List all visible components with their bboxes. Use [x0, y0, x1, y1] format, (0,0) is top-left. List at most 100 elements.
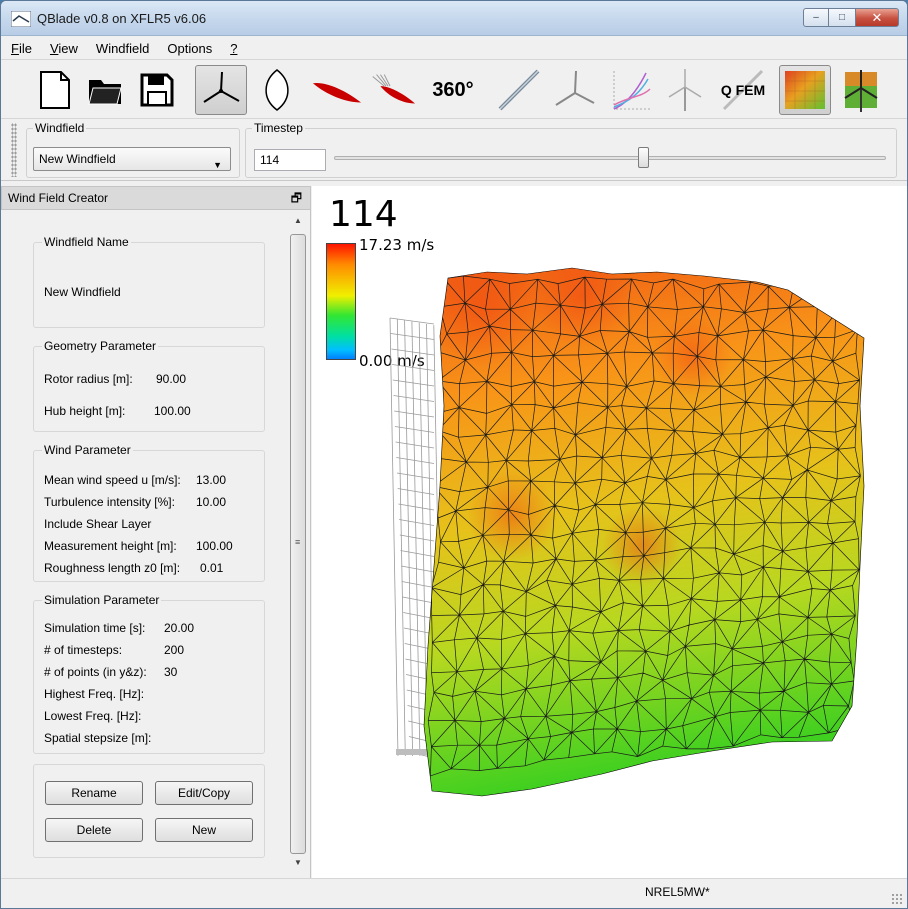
turbine-sim-button[interactable] [835, 65, 887, 115]
qfem-button[interactable]: Q FEM [717, 65, 769, 115]
turbine-button[interactable] [659, 65, 711, 115]
timestep-slider-track[interactable] [334, 156, 886, 160]
wind-parameter-group: Wind Parameter Mean wind speed u [m/s]: … [33, 443, 265, 582]
rename-button[interactable]: Rename [45, 781, 143, 805]
turbulence-value: 10.00 [196, 495, 227, 509]
roughness-label: Roughness length z0 [m]: [44, 561, 181, 575]
polar-360-button[interactable]: 360° [427, 65, 479, 115]
blade-button[interactable] [311, 65, 363, 115]
windfield-name-group: Windfield Name New Windfield [33, 235, 265, 328]
simulation-parameter-group: Simulation Parameter Simulation time [s]… [33, 593, 265, 754]
menu-view[interactable]: View [50, 41, 78, 56]
timestep-group: Timestep [245, 121, 897, 178]
include-shear-label: Include Shear Layer [44, 517, 152, 531]
rotor-radius-label: Rotor radius [m]: [44, 372, 133, 386]
windfield-name-value: New Windfield [44, 285, 121, 299]
highest-freq-label: Highest Freq. [Hz]: [44, 687, 145, 701]
close-button[interactable]: ✕ [855, 8, 899, 27]
timestep-label: Timestep [252, 121, 305, 135]
turbine-sim-icon [844, 70, 878, 112]
panel-scrollbar[interactable]: ▲ ≡ ▼ [289, 210, 307, 874]
rotor-button[interactable] [549, 65, 601, 115]
windfield-3d-viewport[interactable]: 114 17.23 m/s 0.00 m/s [312, 186, 907, 878]
blade-design-icon [372, 74, 416, 104]
windfield-surface [389, 267, 865, 797]
group-title: Windfield Name [42, 235, 131, 249]
points-value: 30 [164, 665, 178, 679]
scrollbar-grip-icon: ≡ [295, 537, 301, 547]
scroll-down-icon[interactable]: ▼ [289, 854, 307, 872]
timestep-slider-handle[interactable] [638, 147, 650, 168]
close-icon: ✕ [871, 9, 883, 25]
main-toolbar: 360° Q FEM [1, 59, 907, 119]
simulation-time-value: 20.00 [164, 621, 195, 635]
group-title: Simulation Parameter [42, 593, 162, 607]
windfield-module-icon [785, 71, 825, 109]
float-dock-icon[interactable]: 🗗 [291, 187, 302, 209]
scrollbar-thumb[interactable]: ≡ [290, 234, 306, 854]
mean-wind-speed-label: Mean wind speed u [m/s]: [44, 473, 181, 487]
new-file-button[interactable] [29, 65, 81, 115]
timestep-input[interactable]: 114 [254, 149, 326, 171]
actions-group: Rename Edit/Copy Delete New [33, 764, 265, 858]
title-bar[interactable]: QBlade v0.8 on XFLR5 v6.06 – □ ✕ [1, 1, 907, 36]
windfield-select[interactable]: New Windfield ▼ [33, 147, 231, 171]
menu-options[interactable]: Options [167, 41, 212, 56]
minimize-button[interactable]: – [803, 8, 829, 27]
points-label: # of points (in y&z): [44, 665, 147, 679]
windfield-icon [203, 71, 240, 103]
resize-grip-icon[interactable] [891, 893, 903, 905]
new-file-icon [40, 71, 70, 109]
toolbar-grip[interactable] [11, 123, 17, 177]
simulation-time-label: Simulation time [s]: [44, 621, 146, 635]
delete-button[interactable]: Delete [45, 818, 143, 842]
qfem-icon: Q FEM [720, 82, 766, 98]
window-title: QBlade v0.8 on XFLR5 v6.06 [37, 11, 207, 26]
lowest-freq-label: Lowest Freq. [Hz]: [44, 709, 142, 723]
timesteps-value: 200 [164, 643, 185, 657]
dock-title-bar: Wind Field Creator 🗗 [1, 186, 311, 210]
windfield-module-button[interactable] [779, 65, 831, 115]
turbulence-label: Turbulence intensity [%]: [44, 495, 175, 509]
turbine-icon [668, 69, 702, 111]
save-button[interactable] [131, 65, 183, 115]
scroll-up-icon[interactable]: ▲ [289, 212, 307, 230]
blade-icon [312, 82, 362, 103]
menu-help[interactable]: ? [230, 41, 237, 56]
roughness-value: 0.01 [200, 561, 224, 575]
open-button[interactable] [79, 65, 131, 115]
maximize-icon: □ [838, 12, 846, 23]
blade-design-button[interactable] [365, 65, 417, 115]
maximize-button[interactable]: □ [829, 8, 855, 27]
menu-windfield[interactable]: Windfield [96, 41, 149, 56]
measurement-height-value: 100.00 [196, 539, 233, 553]
spatial-stepsize-label: Spatial stepsize [m]: [44, 731, 152, 745]
window-controls: – □ ✕ [803, 8, 899, 27]
mean-wind-speed-value: 13.00 [196, 473, 227, 487]
bem-icon [498, 69, 540, 111]
project-name: NREL5MW* [645, 885, 710, 899]
group-title: Geometry Parameter [42, 339, 159, 353]
geometry-group: Geometry Parameter Rotor radius [m]: 90.… [33, 339, 265, 432]
windfield-select-value: New Windfield [39, 152, 116, 166]
edit-copy-button[interactable]: Edit/Copy [155, 781, 253, 805]
hub-height-label: Hub height [m]: [44, 404, 126, 418]
windfield-label: Windfield [33, 121, 87, 135]
multi-bem-icon [613, 71, 651, 110]
qblade-logo-icon [11, 11, 31, 27]
chevron-down-icon: ▼ [213, 160, 222, 170]
multi-bem-button[interactable] [603, 65, 655, 115]
group-title: Wind Parameter [42, 443, 133, 457]
airfoil-button[interactable] [251, 65, 303, 115]
polar-360-icon: 360° [432, 78, 474, 101]
open-folder-icon [88, 80, 122, 105]
menu-file[interactable]: File [11, 41, 32, 56]
minimize-icon: – [813, 12, 819, 23]
measurement-height-label: Measurement height [m]: [44, 539, 177, 553]
hub-height-value: 100.00 [154, 404, 191, 418]
new-button[interactable]: New [155, 818, 253, 842]
rotor-radius-value: 90.00 [156, 372, 187, 386]
windfield-view-button[interactable] [195, 65, 247, 115]
bem-button[interactable] [493, 65, 545, 115]
rotor-icon [555, 70, 595, 106]
